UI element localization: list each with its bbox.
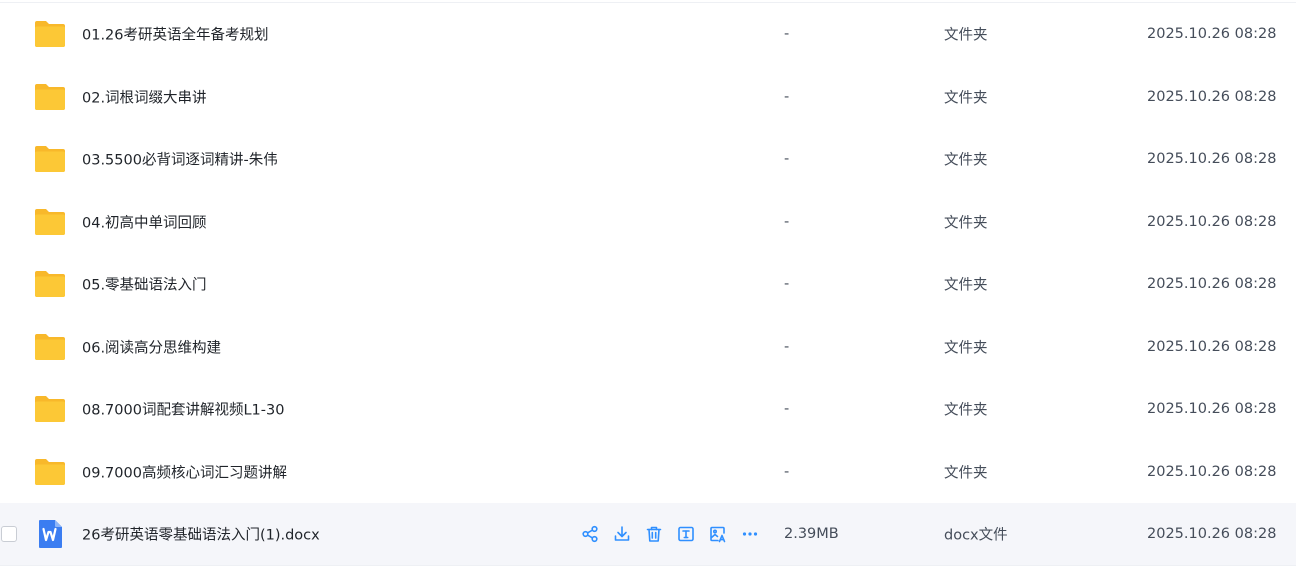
file-modified-date: 2025.10.26 08:28 — [1147, 88, 1277, 105]
file-size: - — [784, 88, 790, 105]
file-modified-date: 2025.10.26 08:28 — [1147, 401, 1277, 418]
file-name[interactable]: 06.阅读高分思维构建 — [82, 336, 221, 357]
file-name[interactable]: 04.初高中单词回顾 — [82, 211, 207, 232]
file-name[interactable]: 26考研英语零基础语法入门(1).docx — [82, 524, 320, 545]
list-bottom-divider — [0, 565, 1296, 566]
file-row[interactable]: 05.零基础语法入门 - 文件夹 2025.10.26 08:28 — [0, 253, 1296, 316]
folder-icon — [34, 332, 66, 362]
file-row[interactable]: 08.7000词配套讲解视频L1-30 - 文件夹 2025.10.26 08:… — [0, 378, 1296, 441]
folder-icon — [34, 269, 66, 299]
file-size: - — [784, 338, 790, 355]
word-doc-icon — [34, 519, 66, 549]
delete-icon[interactable] — [644, 524, 664, 544]
file-type: 文件夹 — [944, 277, 988, 294]
file-modified-date: 2025.10.26 08:28 — [1147, 151, 1277, 168]
folder-icon — [34, 207, 66, 237]
file-row[interactable]: 26考研英语零基础语法入门(1).docx 2.39MB docx文件 2025… — [0, 503, 1296, 566]
file-type: docx文件 — [944, 527, 1008, 544]
folder-icon — [34, 82, 66, 112]
file-size: - — [784, 213, 790, 230]
file-type: 文件夹 — [944, 90, 988, 107]
file-type: 文件夹 — [944, 27, 988, 44]
file-name[interactable]: 09.7000高频核心词汇习题讲解 — [82, 461, 287, 482]
folder-icon — [34, 144, 66, 174]
file-name[interactable]: 03.5500必背词逐词精讲-朱伟 — [82, 149, 278, 170]
file-modified-date: 2025.10.26 08:28 — [1147, 213, 1277, 230]
folder-icon — [34, 19, 66, 49]
file-size: - — [784, 276, 790, 293]
file-row[interactable]: 09.7000高频核心词汇习题讲解 - 文件夹 2025.10.26 08:28 — [0, 441, 1296, 504]
file-list: 01.26考研英语全年备考规划 - 文件夹 2025.10.26 08:28 0… — [0, 3, 1296, 566]
file-modified-date: 2025.10.26 08:28 — [1147, 463, 1277, 480]
file-modified-date: 2025.10.26 08:28 — [1147, 526, 1277, 543]
file-type: 文件夹 — [944, 152, 988, 169]
file-row[interactable]: 03.5500必背词逐词精讲-朱伟 - 文件夹 2025.10.26 08:28 — [0, 128, 1296, 191]
file-row[interactable]: 01.26考研英语全年备考规划 - 文件夹 2025.10.26 08:28 — [0, 3, 1296, 66]
row-actions — [580, 524, 760, 544]
file-row[interactable]: 04.初高中单词回顾 - 文件夹 2025.10.26 08:28 — [0, 191, 1296, 254]
file-size: - — [784, 401, 790, 418]
file-type: 文件夹 — [944, 402, 988, 419]
file-type: 文件夹 — [944, 465, 988, 482]
file-name[interactable]: 02.词根词缀大串讲 — [82, 86, 207, 107]
file-size: - — [784, 26, 790, 43]
file-size: - — [784, 151, 790, 168]
folder-icon — [34, 457, 66, 487]
file-size: 2.39MB — [784, 526, 839, 543]
file-name[interactable]: 05.零基础语法入门 — [82, 274, 207, 295]
more-icon[interactable] — [740, 524, 760, 544]
download-icon[interactable] — [612, 524, 632, 544]
file-size: - — [784, 463, 790, 480]
folder-icon — [34, 394, 66, 424]
file-modified-date: 2025.10.26 08:28 — [1147, 338, 1277, 355]
file-type: 文件夹 — [944, 340, 988, 357]
file-modified-date: 2025.10.26 08:28 — [1147, 276, 1277, 293]
file-name[interactable]: 01.26考研英语全年备考规划 — [82, 24, 269, 45]
image-translate-icon[interactable] — [708, 524, 728, 544]
share-icon[interactable] — [580, 524, 600, 544]
file-row[interactable]: 06.阅读高分思维构建 - 文件夹 2025.10.26 08:28 — [0, 316, 1296, 379]
text-extract-icon[interactable] — [676, 524, 696, 544]
file-modified-date: 2025.10.26 08:28 — [1147, 26, 1277, 43]
row-select-checkbox[interactable] — [1, 526, 17, 543]
file-name[interactable]: 08.7000词配套讲解视频L1-30 — [82, 399, 284, 420]
file-type: 文件夹 — [944, 215, 988, 232]
file-row[interactable]: 02.词根词缀大串讲 - 文件夹 2025.10.26 08:28 — [0, 66, 1296, 129]
